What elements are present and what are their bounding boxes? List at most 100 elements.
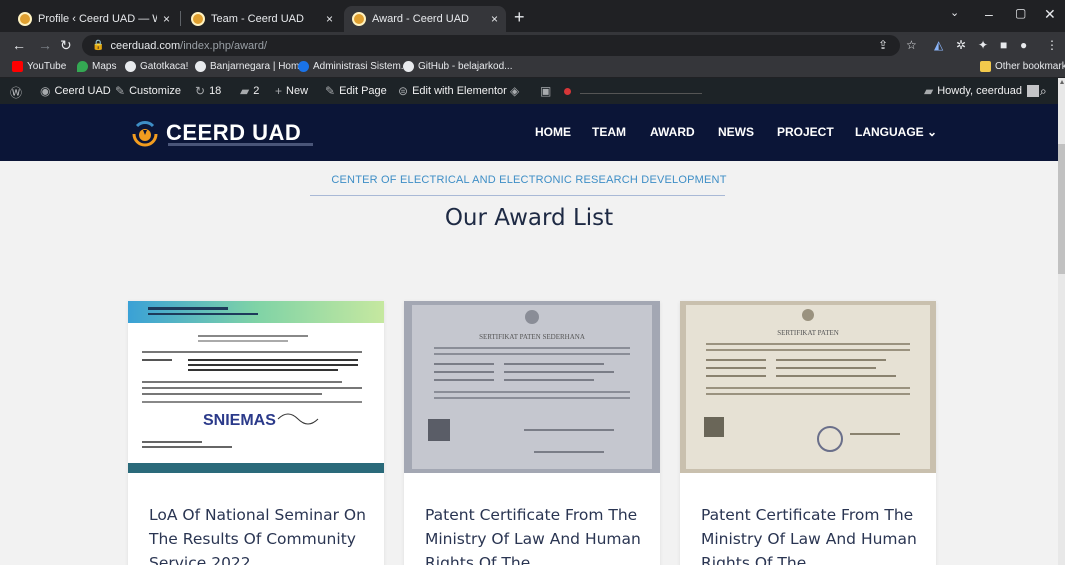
eyebrow-divider: [310, 195, 725, 196]
page-scrollbar[interactable]: [1058, 78, 1065, 565]
browser-toolbar: ← → ↻ 🔒 ceerduad.com /index.php/award/ ⇪…: [0, 32, 1065, 58]
wordpress-logo-icon[interactable]: Ⓦ: [10, 84, 26, 101]
admin-site-name[interactable]: ◉ Ceerd UAD: [40, 84, 111, 98]
logo-tagline-bar: [168, 143, 313, 146]
minimize-icon[interactable]: –: [985, 6, 993, 22]
page-title: Our Award List: [444, 205, 614, 231]
admin-updates[interactable]: ↻ 18: [195, 84, 221, 98]
bookmark-maps[interactable]: Maps: [77, 61, 116, 72]
tab-title: Award - Ceerd UAD: [372, 13, 469, 25]
bookmark-label: Gatotkaca!: [140, 61, 189, 72]
tab-award[interactable]: Award - Ceerd UAD ×: [344, 6, 506, 32]
main-content: CENTER OF ELECTRICAL AND ELECTRONIC RESE…: [0, 161, 1058, 565]
admin-search-icon[interactable]: ⌕: [1040, 84, 1051, 99]
status-dot-icon: [564, 88, 571, 95]
extension-gear-icon[interactable]: ✲: [956, 38, 966, 52]
bookmark-banjarnegara[interactable]: Banjarnegara | Home: [195, 61, 305, 72]
admin-comments[interactable]: ▰ 2: [240, 84, 259, 98]
award-image[interactable]: SNIEMAS: [128, 301, 384, 473]
admin-customize[interactable]: ✎ Customize: [115, 84, 181, 98]
tab-title: Profile ‹ Ceerd UAD — WordPress: [38, 13, 157, 25]
ceerd-favicon-icon: [191, 12, 205, 26]
award-title[interactable]: LoA Of National Seminar On The Results O…: [149, 503, 369, 565]
bookmark-label: GitHub - belajarkod...: [418, 61, 513, 72]
award-image[interactable]: SERTIFIKAT PATEN: [680, 301, 936, 473]
youtube-icon: [12, 61, 23, 72]
award-image[interactable]: SERTIFIKAT PATEN SEDERHANA: [404, 301, 660, 473]
tab-title: Team - Ceerd UAD: [211, 13, 304, 25]
howdy-label: Howdy, ceerduad: [937, 85, 1023, 97]
dashboard-icon: ◉: [40, 84, 51, 98]
globe-icon: [125, 61, 136, 72]
ceerd-favicon-icon: [352, 12, 366, 26]
bookmark-label: Banjarnegara | Home: [210, 61, 305, 72]
bookmark-github[interactable]: GitHub - belajarkod...: [403, 61, 513, 72]
back-arrow-icon[interactable]: ←: [12, 37, 26, 53]
tab-search-chevron-icon[interactable]: ⌄: [950, 6, 959, 19]
seo-icon[interactable]: ▣: [540, 84, 555, 98]
nav-award[interactable]: AWARD: [650, 125, 695, 139]
bookmark-youtube[interactable]: YouTube: [12, 61, 66, 72]
nav-language[interactable]: LANGUAGE ⌄: [855, 125, 937, 139]
bookmark-gatotkaca[interactable]: Gatotkaca!: [125, 61, 188, 72]
sidepanel-icon[interactable]: ■: [1000, 38, 1007, 52]
profile-avatar-icon[interactable]: ●: [1020, 38, 1027, 52]
site-logo[interactable]: CEERD UAD: [128, 116, 313, 150]
plus-icon: +: [275, 84, 283, 98]
comment-icon: ▰: [240, 84, 250, 98]
tab-team[interactable]: Team - Ceerd UAD ×: [183, 6, 341, 32]
admin-new[interactable]: + New: [275, 84, 308, 98]
tab-profile[interactable]: Profile ‹ Ceerd UAD — WordPress ×: [10, 6, 178, 32]
nav-home[interactable]: HOME: [535, 125, 571, 139]
award-card[interactable]: SERTIFIKAT PATEN Patent Certificate From…: [680, 301, 936, 565]
award-card[interactable]: SNIEMAS LoA Of National Seminar On The R…: [128, 301, 384, 565]
avatar: [1027, 85, 1040, 97]
new-tab-button[interactable]: +: [514, 8, 525, 26]
customize-label: Customize: [129, 85, 182, 97]
restore-icon[interactable]: ▢: [1015, 6, 1026, 20]
bookmarks-bar: YouTube Maps Gatotkaca! Banjarnegara | H…: [0, 58, 1065, 78]
admin-edit-page[interactable]: ✎ Edit Page: [325, 84, 387, 98]
site-name-label: Ceerd UAD: [54, 85, 111, 97]
updates-count: 18: [209, 85, 222, 97]
award-title[interactable]: Patent Certificate From The Ministry Of …: [701, 503, 921, 565]
nav-project[interactable]: PROJECT: [777, 125, 834, 139]
puzzle-icon[interactable]: ✦: [978, 38, 988, 52]
scrollbar-thumb[interactable]: [1058, 144, 1065, 274]
close-icon[interactable]: ×: [163, 12, 170, 26]
nav-team[interactable]: TEAM: [592, 125, 626, 139]
updates-icon: ↻: [195, 84, 206, 98]
certificate-heading: SERTIFIKAT PATEN: [777, 329, 839, 337]
chat-icon: ▰: [924, 84, 934, 98]
c-icon: [298, 61, 309, 72]
github-icon: [403, 61, 414, 72]
address-bar[interactable]: 🔒 ceerduad.com /index.php/award/: [82, 35, 900, 56]
admin-edit-elementor[interactable]: ⊜ Edit with Elementor: [398, 84, 507, 98]
other-bookmarks-label: Other bookmarks: [995, 61, 1065, 72]
bookmark-administrasi[interactable]: Administrasi Sistem...: [298, 61, 409, 72]
nav-news[interactable]: NEWS: [718, 125, 754, 139]
ceerd-logo-icon: [128, 116, 162, 150]
award-card[interactable]: SERTIFIKAT PATEN SEDERHANA Patent Certif…: [404, 301, 660, 565]
close-icon[interactable]: ×: [326, 12, 333, 26]
bookmark-label: Administrasi Sistem...: [313, 61, 410, 72]
tab-separator: [180, 11, 181, 26]
section-eyebrow: CENTER OF ELECTRICAL AND ELECTRONIC RESE…: [331, 174, 727, 186]
forward-arrow-icon[interactable]: →: [38, 37, 52, 53]
certificate-heading: SERTIFIKAT PATEN SEDERHANA: [479, 333, 585, 341]
award-title[interactable]: Patent Certificate From The Ministry Of …: [425, 503, 645, 565]
reload-icon[interactable]: ↻: [60, 37, 72, 53]
close-icon[interactable]: ×: [491, 12, 498, 26]
diamond-icon[interactable]: ◈: [510, 84, 523, 98]
share-icon[interactable]: ⇪: [878, 38, 888, 52]
url-path: /index.php/award/: [180, 39, 268, 52]
menu-kebab-icon[interactable]: ⋮: [1046, 38, 1058, 52]
bookmark-label: Maps: [92, 61, 117, 72]
extension-icon[interactable]: ◭: [934, 38, 943, 52]
admin-howdy[interactable]: ▰ Howdy, ceerduad: [924, 84, 1040, 98]
window-close-icon[interactable]: ✕: [1044, 6, 1056, 23]
other-bookmarks[interactable]: Other bookmarks: [980, 61, 1065, 72]
elementor-label: Edit with Elementor: [412, 85, 507, 97]
star-icon[interactable]: ☆: [906, 38, 917, 52]
scroll-up-arrow-icon[interactable]: [1060, 80, 1064, 84]
